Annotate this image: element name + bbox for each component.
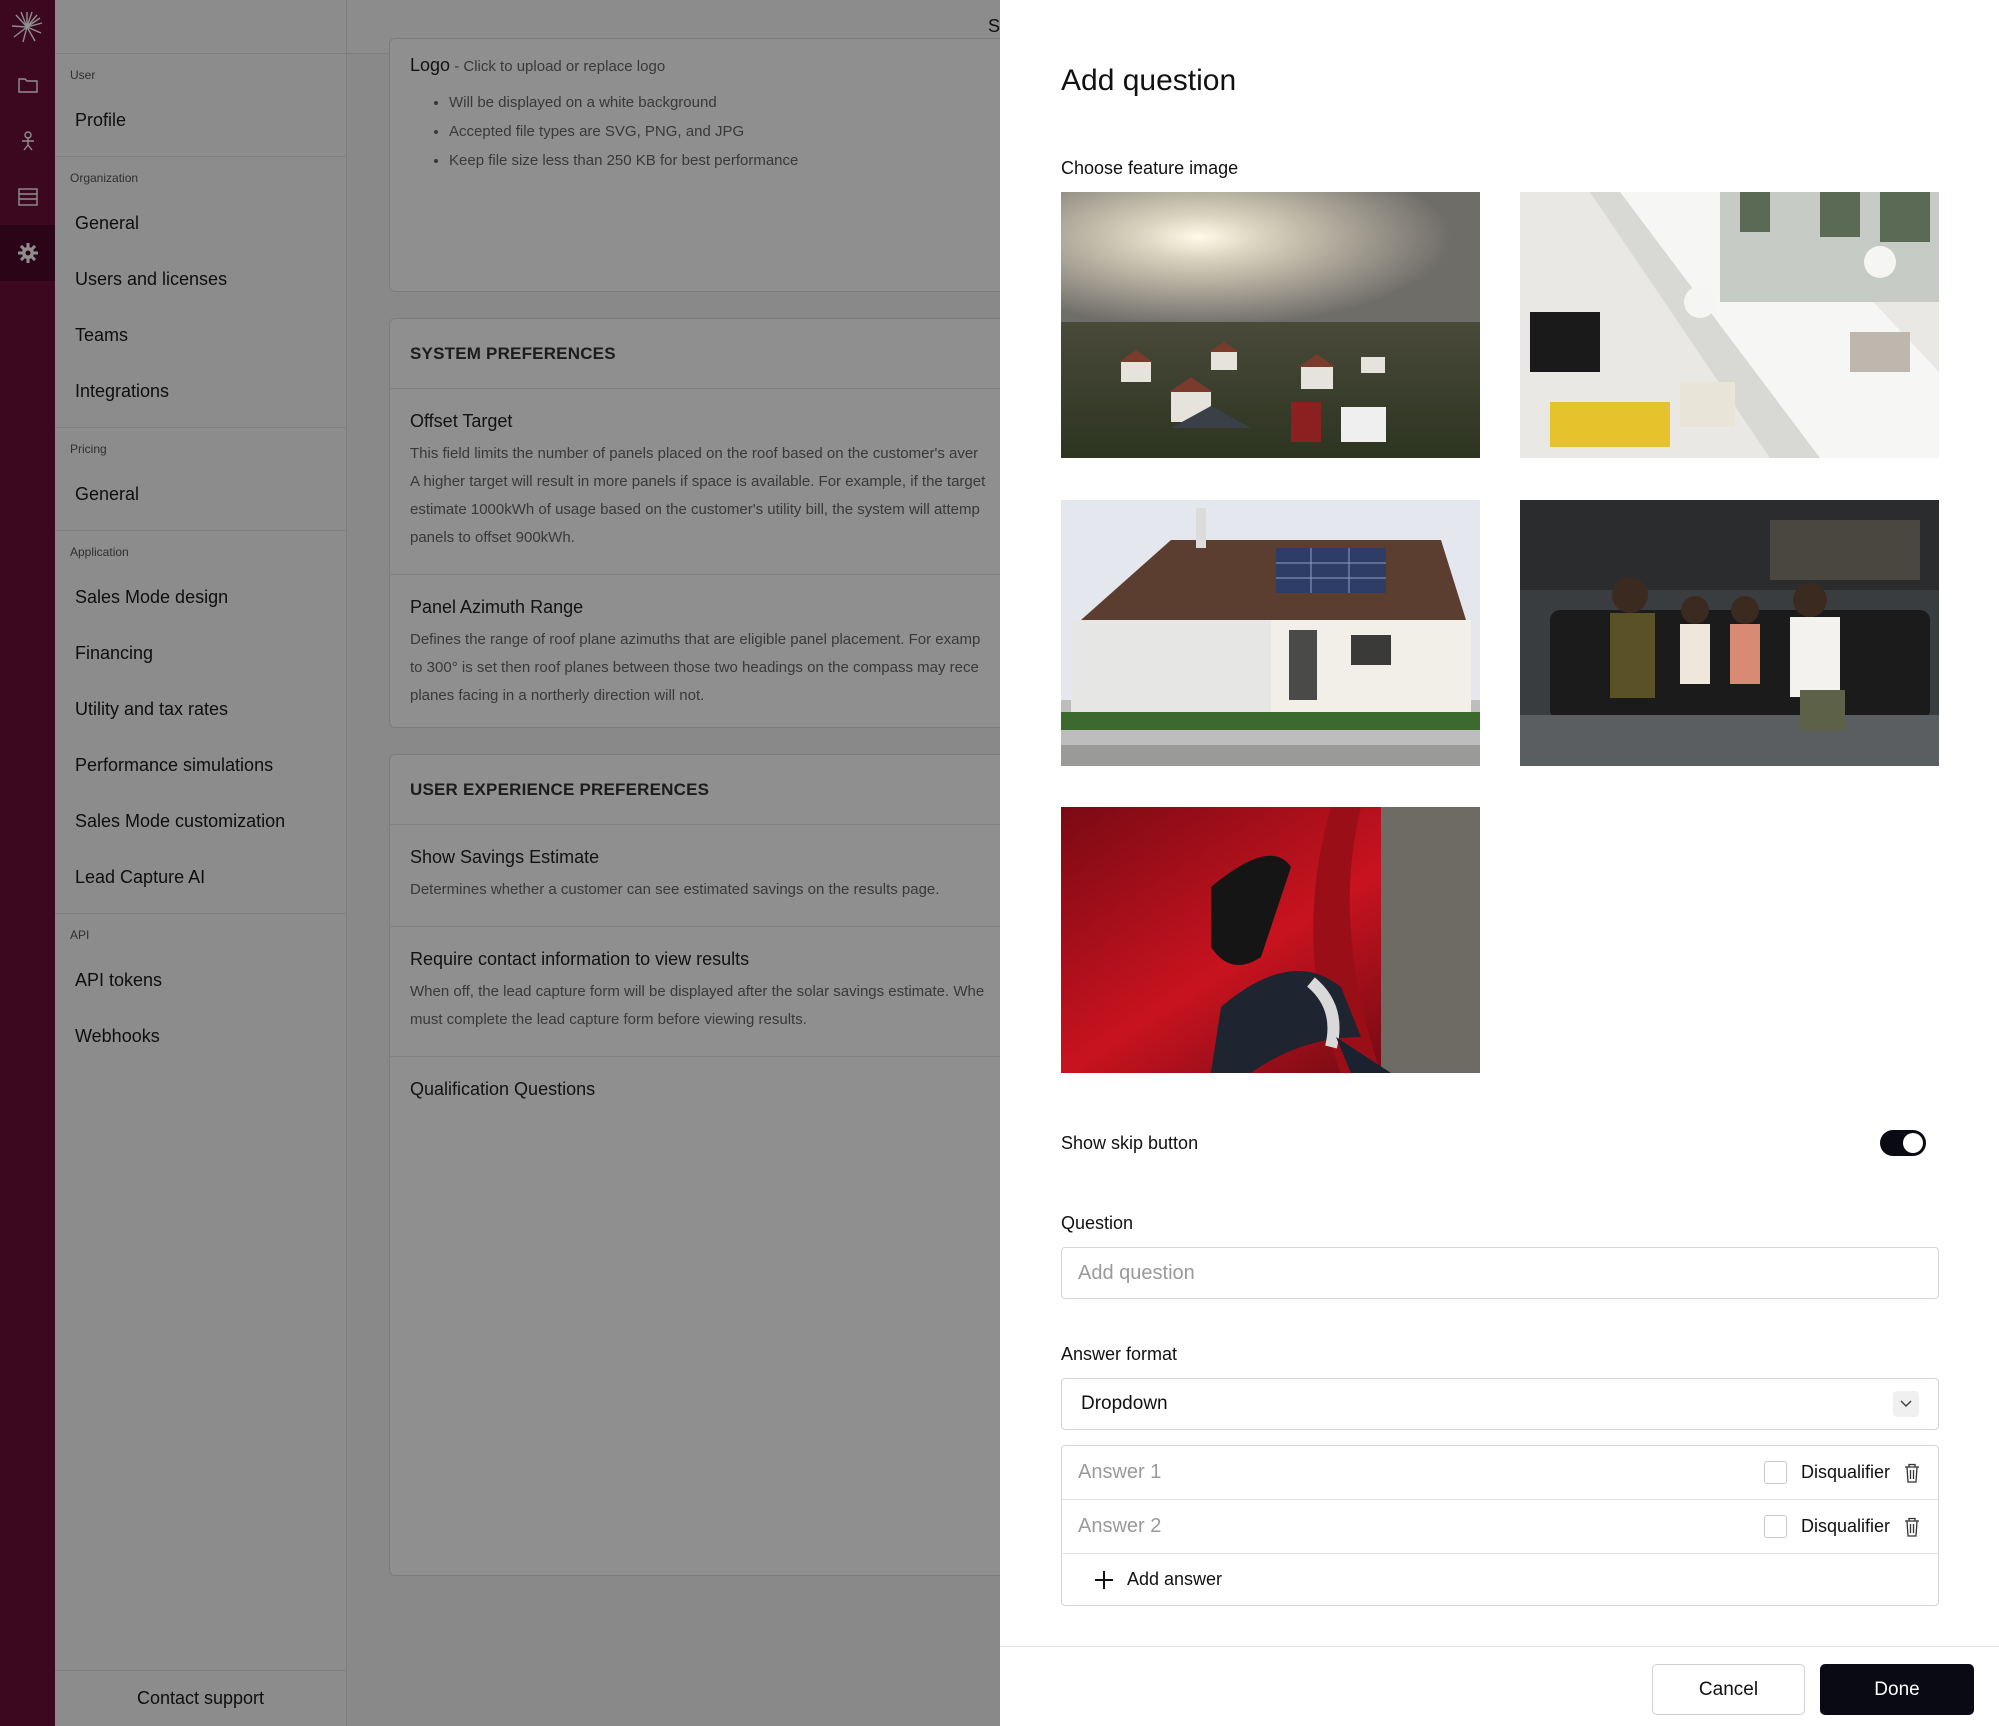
feature-image-label: Choose feature image: [1061, 158, 1239, 178]
answer-row: Disqualifier: [1062, 1500, 1938, 1554]
feature-image-village-sunset[interactable]: [1061, 192, 1480, 458]
trash-icon[interactable]: [1902, 1516, 1922, 1538]
feature-image-solar-house[interactable]: [1061, 500, 1480, 766]
disqualifier-label: Disqualifier: [1800, 1462, 1890, 1482]
toggle-knob: [1903, 1133, 1923, 1153]
question-label: Question: [1061, 1213, 1134, 1233]
answer-format-value: Dropdown: [1081, 1393, 1168, 1414]
feature-image-ev-charging[interactable]: [1061, 807, 1480, 1073]
add-answer-button[interactable]: Add answer: [1062, 1554, 1938, 1605]
show-skip-toggle[interactable]: [1880, 1130, 1926, 1156]
plus-icon: [1095, 1570, 1113, 1589]
modal-backdrop[interactable]: [0, 0, 1000, 1726]
answer-row: Disqualifier: [1062, 1446, 1938, 1500]
feature-image-family-couch[interactable]: [1520, 500, 1939, 766]
answers-list: Disqualifier Disqualifier Add answer: [1061, 1445, 1939, 1606]
answer-1-input[interactable]: [1078, 1461, 1764, 1484]
cancel-button[interactable]: Cancel: [1652, 1664, 1805, 1715]
disqualifier-checkbox[interactable]: [1763, 1515, 1787, 1538]
trash-icon[interactable]: [1902, 1462, 1922, 1484]
answer-format-label: Answer format: [1061, 1344, 1178, 1364]
drawer-footer-divider: [1000, 1646, 1999, 1647]
show-skip-label: Show skip button: [1061, 1133, 1199, 1153]
add-question-drawer: Add question Choose feature image Show s…: [1000, 0, 1999, 1726]
add-answer-label: Add answer: [1127, 1569, 1223, 1589]
answer-format-select[interactable]: Dropdown: [1061, 1378, 1939, 1430]
question-input[interactable]: [1061, 1247, 1939, 1299]
disqualifier-checkbox[interactable]: [1763, 1461, 1787, 1484]
chevron-down-icon: [1893, 1391, 1919, 1417]
disqualifier-label: Disqualifier: [1800, 1516, 1890, 1536]
feature-image-modern-interior[interactable]: [1520, 192, 1939, 458]
drawer-title: Add question: [1061, 64, 1237, 97]
done-button[interactable]: Done: [1820, 1664, 1974, 1715]
answer-2-input[interactable]: [1078, 1515, 1764, 1538]
